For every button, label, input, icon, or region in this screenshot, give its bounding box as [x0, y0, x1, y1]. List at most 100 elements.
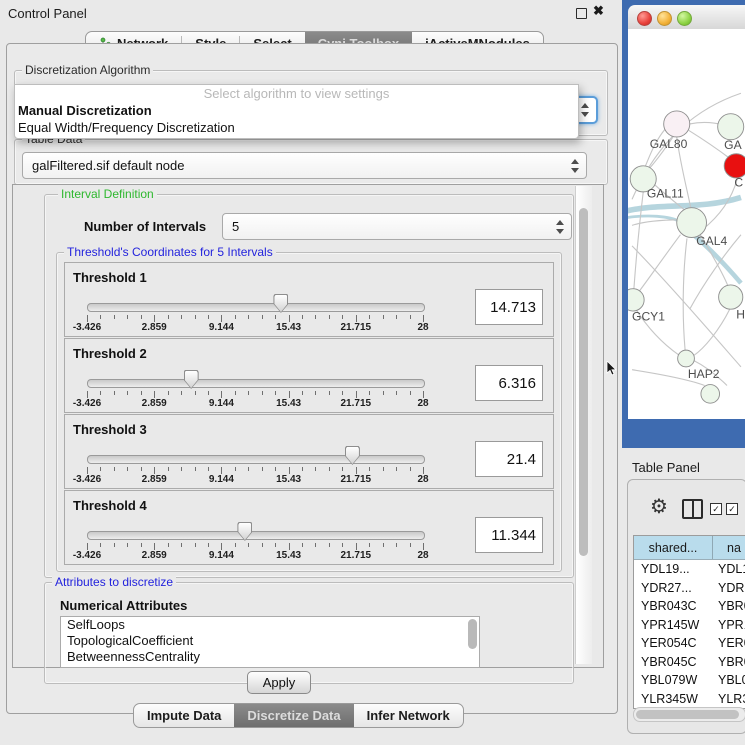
slider-tick [275, 543, 276, 547]
vertical-scrollbar[interactable] [575, 186, 592, 664]
list-item[interactable]: TopologicalCoefficient [61, 633, 479, 649]
gear-icon[interactable]: ⚙ [650, 494, 668, 519]
network-edge[interactable] [638, 235, 681, 294]
node-label: GA [724, 138, 742, 152]
threshold-value-field[interactable]: 14.713 [475, 289, 543, 325]
slider-tick [342, 391, 343, 395]
slider-tick [127, 315, 128, 319]
threshold-label: Threshold 3 [73, 422, 147, 437]
slider-track[interactable] [87, 455, 425, 464]
dropdown-option[interactable]: Equal Width/Frequency Discretization [15, 119, 578, 136]
slider-tick [315, 315, 316, 319]
tab-impute-data[interactable]: Impute Data [134, 704, 234, 727]
table-header-row: shared... na [634, 536, 745, 560]
slider-tick [181, 467, 182, 471]
slider-tick-label: 28 [398, 474, 448, 485]
slider-tick [87, 467, 88, 474]
table-cell: YBL0 [712, 673, 745, 687]
apply-button[interactable]: Apply [247, 671, 311, 694]
network-node[interactable] [628, 289, 644, 311]
close-traffic-light-icon[interactable] [637, 11, 652, 26]
screen: Control Panel ✖ NetworkStyleSelectCyni T… [0, 0, 745, 745]
number-of-intervals-combobox[interactable]: 5 [222, 213, 572, 240]
table-row[interactable]: YBR043CYBR0 [634, 597, 745, 616]
slider-tick-label: 2.859 [129, 550, 179, 561]
cyni-mode-tabbar: Impute Data Discretize DataInfer Network [133, 703, 464, 728]
slider-tick [315, 467, 316, 471]
node-label: GAL4 [696, 234, 727, 248]
slider-tick [154, 467, 155, 474]
table-cell: YLR345W [634, 692, 712, 706]
table-row[interactable]: YPR145WYPR1 [634, 616, 745, 635]
table-row[interactable]: YDR27...YDR2 [634, 579, 745, 598]
slider-tick-label: 15.43 [264, 550, 314, 561]
select-all-checkbox-icon[interactable]: ✓ [710, 503, 722, 515]
network-graph: GAL80GACGAL11GAL4GCY1HHAP2 [628, 29, 745, 419]
node-table: shared... na YDL19...YDL1YDR27...YDR2YBR… [633, 535, 745, 709]
slider-tick [329, 543, 330, 547]
slider-tick [302, 391, 303, 395]
slider-tick-label: 21.715 [331, 398, 381, 409]
slider-tick [208, 543, 209, 547]
threshold-value-field[interactable]: 21.4 [475, 441, 543, 477]
slider-track[interactable] [87, 531, 425, 540]
network-node[interactable] [724, 154, 745, 178]
network-window-titlebar[interactable] [628, 5, 745, 30]
network-node[interactable] [664, 111, 690, 137]
slider-tick [181, 315, 182, 319]
threshold-value-field[interactable]: 11.344 [475, 517, 543, 553]
slider-tick-label: 15.43 [264, 474, 314, 485]
dropdown-hint-item[interactable]: Select algorithm to view settings [15, 85, 578, 102]
table-row[interactable]: YDL19...YDL1 [634, 560, 745, 579]
list-scrollbar[interactable] [468, 619, 477, 649]
table-row[interactable]: YBL079WYBL0 [634, 671, 745, 690]
slider-tick [369, 543, 370, 547]
columns-icon[interactable] [682, 499, 703, 519]
network-node[interactable] [719, 285, 743, 309]
scrollbar-thumb[interactable] [636, 710, 739, 719]
column-header[interactable]: na [713, 536, 745, 559]
threshold-value-field[interactable]: 6.316 [475, 365, 543, 401]
node-label: GAL11 [647, 186, 684, 200]
table-data-combobox[interactable]: galFiltered.sif default node [22, 152, 587, 179]
horizontal-scrollbar[interactable] [633, 707, 745, 722]
scrollbar-thumb[interactable] [579, 208, 588, 556]
slider-track[interactable] [87, 303, 425, 312]
network-canvas[interactable]: GAL80GACGAL11GAL4GCY1HHAP2 [628, 29, 745, 419]
slider-track[interactable] [87, 379, 425, 388]
close-icon[interactable]: ✖ [593, 3, 604, 19]
slider-tick [248, 315, 249, 319]
numerical-attributes-header: Numerical Attributes [60, 598, 187, 613]
table-row[interactable]: YER054CYER0 [634, 634, 745, 653]
tab-discretize-data[interactable]: Discretize Data [234, 704, 353, 727]
tab-infer-network[interactable]: Infer Network [354, 704, 463, 727]
numerical-attributes-list[interactable]: SelfLoopsTopologicalCoefficientBetweenne… [60, 616, 480, 668]
table-cell: YPR145W [634, 618, 712, 632]
slider-tick-label: 9.144 [196, 474, 246, 485]
network-edge[interactable] [683, 238, 687, 350]
network-node[interactable] [701, 385, 720, 404]
dropdown-option[interactable]: Manual Discretization [15, 102, 578, 119]
list-item[interactable]: SelfLoops [61, 617, 479, 633]
minimize-traffic-light-icon[interactable] [657, 11, 672, 26]
float-window-icon[interactable] [576, 8, 587, 19]
combo-stepper-icon [556, 220, 565, 234]
network-node[interactable] [718, 114, 744, 140]
slider-tick [396, 467, 397, 471]
column-header[interactable]: shared... [634, 536, 713, 559]
slider-tick [410, 315, 411, 319]
slider-tick [208, 467, 209, 471]
slider-tick [235, 467, 236, 471]
table-cell: YBR043C [634, 599, 712, 613]
zoom-traffic-light-icon[interactable] [677, 11, 692, 26]
select-all-checkbox-icon[interactable]: ✓ [726, 503, 738, 515]
network-node[interactable] [678, 350, 695, 367]
network-edge[interactable] [693, 309, 729, 356]
table-row[interactable]: YLR345WYLR3 [634, 690, 745, 709]
slider-tick [289, 391, 290, 398]
table-cell: YBR045C [634, 655, 712, 669]
slider-tick [87, 315, 88, 322]
tab-label: Impute Data [147, 708, 221, 723]
table-row[interactable]: YBR045CYBR0 [634, 653, 745, 672]
list-item[interactable]: BetweennessCentrality [61, 649, 479, 665]
